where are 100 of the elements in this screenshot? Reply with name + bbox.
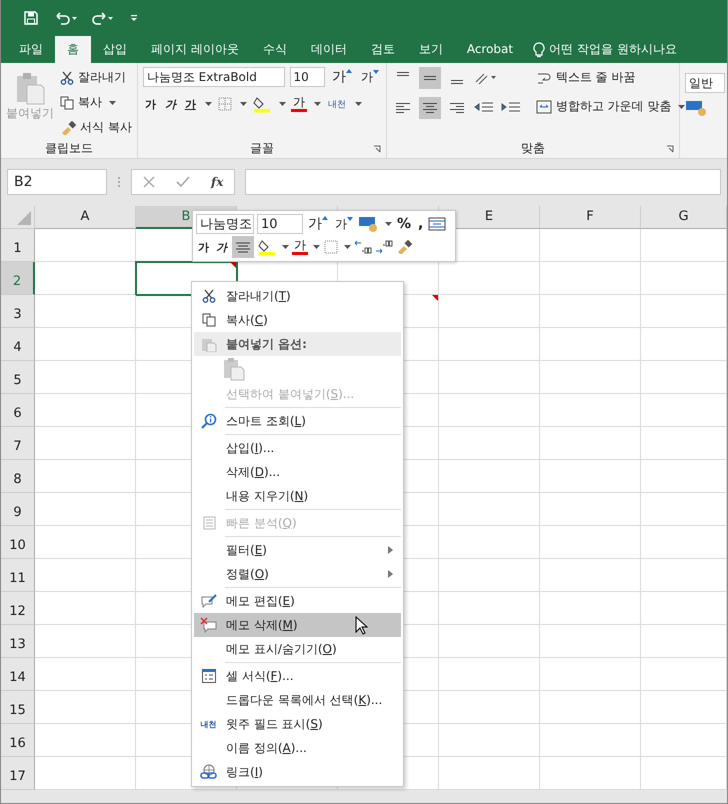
sheet-cell[interactable] — [540, 724, 641, 757]
grow-font-button[interactable]: 가 — [306, 215, 330, 233]
menu-item[interactable]: 셀 서식(F)... — [194, 664, 401, 688]
sheet-cell[interactable] — [540, 592, 641, 625]
ribbon-tab[interactable]: 페이지 레이아웃 — [139, 36, 251, 63]
sheet-cell[interactable] — [439, 493, 540, 526]
ribbon-tab[interactable]: 데이터 — [298, 36, 359, 63]
row-header[interactable]: 12 — [1, 592, 35, 625]
paste-option-icon[interactable] — [223, 357, 245, 381]
sheet-cell[interactable] — [439, 757, 540, 790]
caret-icon[interactable] — [240, 102, 247, 106]
sheet-cell[interactable] — [540, 427, 641, 460]
row-header[interactable]: 4 — [1, 328, 35, 361]
italic-button[interactable]: 가 — [162, 96, 178, 112]
menu-item[interactable]: 내용 지우기(N) — [194, 484, 401, 508]
ribbon-tab[interactable]: Acrobat — [454, 36, 526, 63]
sheet-cell[interactable] — [439, 295, 540, 328]
checkmark-icon[interactable] — [176, 176, 190, 188]
row-header[interactable]: 13 — [1, 625, 35, 658]
select-all-icon[interactable] — [17, 211, 31, 225]
row-header[interactable]: 2 — [1, 262, 35, 295]
sheet-cell[interactable] — [439, 559, 540, 592]
sheet-cell[interactable] — [540, 625, 641, 658]
row-header[interactable]: 6 — [1, 394, 35, 427]
font-color-button[interactable]: 가 — [290, 96, 307, 112]
sheet-cell[interactable] — [439, 394, 540, 427]
sheet-cell[interactable] — [540, 229, 641, 262]
sheet-cell[interactable] — [641, 361, 727, 394]
dialog-launcher-icon[interactable] — [666, 145, 674, 153]
sheet-cell[interactable] — [35, 526, 136, 559]
menu-item[interactable]: 삽입(I)... — [194, 436, 401, 460]
menu-item[interactable]: 삭제(D)... — [194, 460, 401, 484]
sheet-cell[interactable] — [35, 427, 136, 460]
sheet-cell[interactable] — [439, 625, 540, 658]
row-header[interactable]: 11 — [1, 559, 35, 592]
font-size-dropdown[interactable]: 10 — [257, 214, 303, 234]
name-box[interactable]: B2 — [7, 169, 107, 195]
sheet-cell[interactable] — [439, 460, 540, 493]
sheet-cell[interactable] — [439, 361, 540, 394]
row-header[interactable]: 14 — [1, 658, 35, 691]
sheet-cell[interactable] — [35, 691, 136, 724]
font-color-button[interactable]: 가 — [292, 239, 308, 255]
sheet-cell[interactable] — [641, 493, 727, 526]
redo-icon[interactable] — [91, 10, 115, 26]
sheet-cell[interactable] — [540, 328, 641, 361]
row-header[interactable]: 10 — [1, 526, 35, 559]
sheet-cell[interactable] — [439, 328, 540, 361]
font-name-dropdown[interactable]: 나눔명조 — [196, 214, 254, 234]
sheet-cell[interactable] — [35, 295, 136, 328]
sheet-cell[interactable] — [641, 724, 727, 757]
row-header[interactable]: 16 — [1, 724, 35, 757]
sheet-cell[interactable] — [540, 691, 641, 724]
sheet-cell[interactable] — [641, 427, 727, 460]
menu-item[interactable]: 메모 삭제(M) — [194, 613, 401, 637]
caret-icon[interactable] — [313, 245, 320, 249]
sheet-cell[interactable] — [540, 559, 641, 592]
sheet-cell[interactable] — [641, 592, 727, 625]
sheet-cell[interactable] — [35, 361, 136, 394]
percent-style-button[interactable]: % — [395, 216, 414, 232]
lightbulb-icon[interactable] — [533, 42, 546, 58]
save-icon[interactable] — [23, 10, 39, 26]
menu-item[interactable]: 필터(E) — [194, 538, 401, 562]
sheet-cell[interactable] — [641, 394, 727, 427]
caret-icon[interactable] — [109, 100, 116, 104]
row-header[interactable]: 7 — [1, 427, 35, 460]
borders-icon[interactable] — [323, 239, 339, 255]
sheet-cell[interactable] — [35, 559, 136, 592]
caret-icon[interactable] — [678, 104, 686, 108]
caret-icon[interactable] — [282, 245, 289, 249]
caret-icon[interactable] — [278, 102, 286, 106]
sheet-cell[interactable] — [439, 724, 540, 757]
increase-decimal-icon[interactable] — [354, 239, 372, 255]
decrease-decimal-icon[interactable] — [375, 239, 393, 255]
sheet-cell[interactable] — [540, 394, 641, 427]
fill-color-icon[interactable] — [252, 95, 272, 113]
sheet-cell[interactable] — [641, 460, 727, 493]
ribbon-tab[interactable]: 파일 — [7, 36, 55, 63]
ribbon-tab[interactable]: 홈 — [55, 36, 91, 63]
sheet-cell[interactable] — [540, 262, 641, 295]
row-header[interactable]: 3 — [1, 295, 35, 328]
sheet-cell[interactable] — [540, 361, 641, 394]
sheet-cell[interactable] — [439, 427, 540, 460]
sheet-cell[interactable] — [439, 691, 540, 724]
insert-function-button[interactable]: fx — [211, 175, 224, 189]
sheet-cell[interactable] — [641, 526, 727, 559]
currency-icon[interactable] — [358, 215, 380, 233]
row-header[interactable]: 9 — [1, 493, 35, 526]
sheet-cell[interactable] — [641, 559, 727, 592]
ribbon-tab[interactable]: 보기 — [406, 36, 455, 63]
sheet-cell[interactable] — [439, 658, 540, 691]
vertical-align-button[interactable] — [418, 67, 441, 89]
menu-item[interactable]: 메모 편집(E) — [194, 589, 401, 613]
borders-icon[interactable] — [216, 96, 233, 112]
sheet-cell[interactable] — [439, 592, 540, 625]
comma-style-button[interactable]: , — [416, 216, 426, 232]
column-header[interactable]: G — [641, 206, 727, 229]
sheet-cell[interactable] — [35, 460, 136, 493]
sheet-cell[interactable] — [35, 757, 136, 790]
horizontal-align-button[interactable] — [418, 97, 441, 119]
menu-item[interactable]: 복사(C) — [194, 308, 401, 332]
